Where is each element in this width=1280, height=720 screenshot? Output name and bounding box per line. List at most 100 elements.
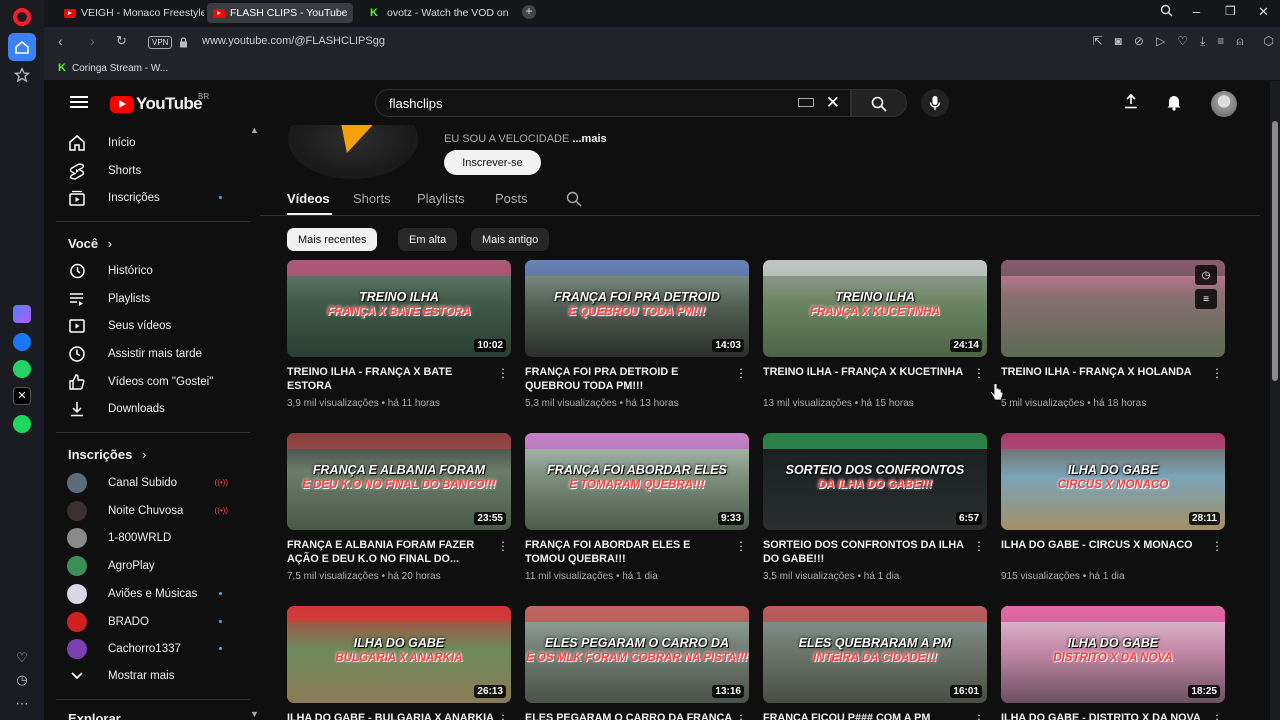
opera-logo-icon[interactable] [13,8,31,26]
video-title[interactable]: SORTEIO DOS CONFRONTOS DA ILHA DO GABE!!… [763,539,971,566]
video-thumbnail[interactable]: ILHA DO GABE BULGARIA X ANARKIA 26:13 [287,606,511,703]
video-title[interactable]: ELES PEGARAM O CARRO DA FRANÇA E OS MLK … [525,712,733,720]
scrollbar-thumb[interactable] [1272,121,1278,381]
video-title[interactable]: TREINO ILHA - FRANÇA X BATE ESTORA [287,366,495,393]
back-icon[interactable]: ‹ [58,33,63,49]
video-thumbnail[interactable]: FRANÇA FOI PRA DETROID E QUEBROU TODA PM!… [525,260,749,357]
close-window-icon[interactable]: ✕ [1258,4,1269,20]
tab-search-icon[interactable] [1160,4,1173,20]
video-thumbnail[interactable]: ILHA DO GABE DISTRITO X DA NOVA 18:25 [1001,606,1225,703]
add-to-queue-icon[interactable]: ≡ [1195,289,1217,309]
tab-playlists[interactable]: Playlists [417,191,465,206]
chip-popular[interactable]: Em alta [398,228,458,251]
video-thumbnail[interactable]: ◷ ≡ [1001,260,1225,357]
sidebar-item-your-videos[interactable]: Seus vídeos [56,313,236,339]
sidebar-item-downloads[interactable]: Downloads [56,396,236,422]
more-actions-icon[interactable]: ••• [501,368,505,381]
clear-search-icon[interactable]: ✕ [826,93,840,113]
channel-description[interactable]: EU SOU A VELOCIDADE ...mais [444,133,607,145]
search-input[interactable]: flashclips [389,96,442,111]
page-scrollbar[interactable] [1270,81,1280,720]
easy-setup-icon[interactable]: ≡ [1217,34,1224,49]
tab-videos[interactable]: Vídeos [287,191,330,206]
tab-flash-clips[interactable]: FLASH CLIPS - YouTube [207,3,353,23]
account-avatar[interactable] [1211,91,1237,117]
url-field[interactable]: www.youtube.com/@FLASHCLIPSgg [202,35,385,47]
lock-icon[interactable] [179,36,187,48]
bookmarks-star-icon[interactable] [8,61,36,89]
tab-ovotz[interactable]: K ovotz - Watch the VOD on [364,3,510,23]
create-upload-icon[interactable] [1124,93,1138,113]
more-icon[interactable]: ⋯ [8,690,36,718]
more-actions-icon[interactable]: ••• [1215,368,1219,381]
video-thumbnail[interactable]: FRANÇA FOI ABORDAR ELES E TOMARAM QUEBRA!… [525,433,749,530]
sidebar-item-history[interactable]: Histórico [56,258,236,284]
watch-later-icon[interactable]: ◷ [1195,265,1217,285]
more-actions-icon[interactable]: ••• [501,541,505,554]
sidebar-item-liked-videos[interactable]: Vídeos com "Gostei" [56,369,236,395]
sidebar-subscription[interactable]: Cachorro1337 [56,636,236,662]
video-title[interactable]: ILHA DO GABE - BULGARIA X ANARKIA [287,712,495,720]
video-thumbnail[interactable]: TREINO ILHA FRANÇA X BATE ESTORA 10:02 [287,260,511,357]
chip-oldest[interactable]: Mais antigo [471,228,550,251]
video-title[interactable]: TREINO ILHA - FRANÇA X KUCETINHA [763,366,971,380]
keyboard-icon[interactable] [798,98,814,107]
download-icon[interactable]: ⤓ [1200,34,1205,49]
more-actions-icon[interactable]: ••• [977,368,981,381]
scroll-down-icon[interactable]: ▼ [250,709,259,719]
sidebar-subscription[interactable]: Noite Chuvosa ((•)) [56,498,236,524]
video-thumbnail[interactable]: ELES QUEBRARAM A PM INTEIRA DA CIDADE!!! 1… [763,606,987,703]
profile-icon[interactable]: ⍝ [1236,34,1243,49]
notifications-bell-icon[interactable] [1166,93,1182,114]
x-twitter-icon[interactable]: ✕ [8,382,36,410]
video-title[interactable]: TREINO ILHA - FRANÇA X HOLANDA [1001,366,1209,380]
video-title[interactable]: FRANÇA FOI PRA DETROID E QUEBROU TODA PM… [525,366,733,393]
tab-veigh[interactable]: VEIGH - Monaco Freestyle [58,3,204,23]
sidebar-item-shorts[interactable]: Shorts [56,158,236,184]
sidebar-show-more[interactable]: Mostrar mais [56,663,236,689]
video-thumbnail[interactable]: ELES PEGARAM O CARRO DA E OS MLK FORAM CO… [525,606,749,703]
more-actions-icon[interactable]: ••• [739,714,743,720]
share-icon[interactable]: ⇱ [1093,34,1103,49]
sidebar-subscription[interactable]: BRADO [56,609,236,635]
camera-icon[interactable]: ◙ [1115,34,1122,49]
video-title[interactable]: FRANÇA E ALBANIA FORAM FAZER AÇÃO E DEU … [287,539,495,566]
sidebar-item-home[interactable]: Início [56,130,236,156]
video-thumbnail[interactable]: ILHA DO GABE CIRCUS X MONACO 28:11 [1001,433,1225,530]
reload-icon[interactable]: ↻ [116,33,127,49]
voice-search-button[interactable] [921,89,949,117]
home-speed-dial-icon[interactable] [8,33,36,61]
aria-ai-icon[interactable] [8,300,36,328]
chip-latest[interactable]: Mais recentes [287,228,378,251]
sidebar-item-subscriptions[interactable]: Inscrições [56,185,236,211]
video-thumbnail[interactable]: TREINO ILHA FRANÇA X KUCETINHA 24:14 [763,260,987,357]
menu-icon[interactable] [70,96,88,108]
forward-icon[interactable]: › [90,33,95,49]
sidebar-subscription[interactable]: 1-800WRLD [56,525,236,551]
video-title[interactable]: ILHA DO GABE - DISTRITO X DA NOVA [1001,712,1209,720]
messenger-icon[interactable] [8,328,36,356]
subscriptions-section-heading[interactable]: Inscrições › [68,447,146,462]
more-actions-icon[interactable]: ••• [1215,714,1219,720]
channel-search-icon[interactable] [566,191,582,210]
video-title[interactable]: FRANÇA FOI ABORDAR ELES E TOMOU QUEBRA!!… [525,539,733,566]
description-more-link[interactable]: ...mais [572,133,606,145]
extensions-icon[interactable]: ⬡ [1264,34,1274,49]
bookmark-coringa[interactable]: K Coringa Stream - W... [58,62,168,74]
subscribe-button[interactable]: Inscrever-se [444,150,541,175]
adblock-icon[interactable]: ⊘ [1134,34,1144,49]
more-actions-icon[interactable]: ••• [977,541,981,554]
whatsapp-icon[interactable] [8,355,36,383]
sidebar-subscription[interactable]: Aviões e Músicas [56,581,236,607]
video-title[interactable]: ILHA DO GABE - CIRCUS X MONACO [1001,539,1209,553]
player-icon[interactable]: ▷ [1156,34,1165,49]
channel-avatar[interactable] [288,125,418,179]
maximize-icon[interactable]: ❐ [1225,4,1236,18]
youtube-logo[interactable]: YouTube BR [110,92,209,114]
vpn-badge[interactable]: VPN [148,36,173,49]
sidebar-subscription[interactable]: Canal Subido ((•)) [56,470,236,496]
new-tab-icon[interactable]: + [522,5,536,19]
sidebar-subscription[interactable]: AgroPlay [56,553,236,579]
heart-icon[interactable]: ♡ [1177,34,1188,49]
more-actions-icon[interactable]: ••• [739,541,743,554]
